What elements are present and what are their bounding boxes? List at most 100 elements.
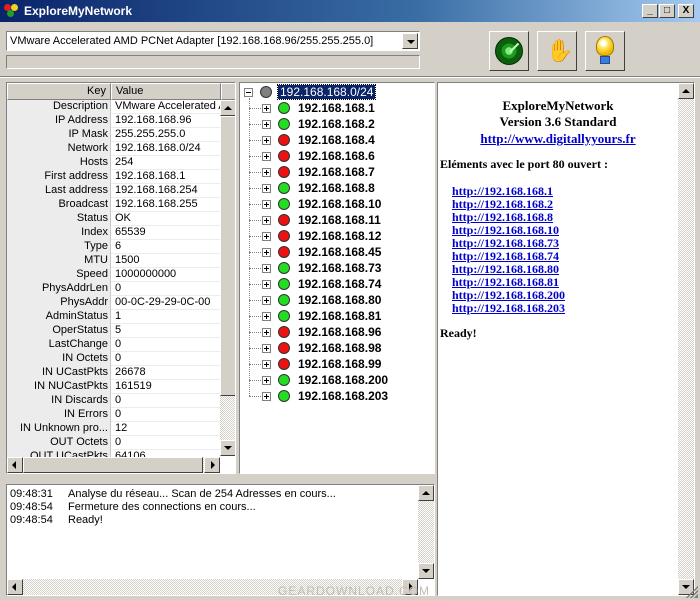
grid-row[interactable]: IP Mask 255.255.255.0 xyxy=(7,128,221,142)
log-panel[interactable]: 09:48:31 Analyse du réseau... Scan de 254… xyxy=(6,484,435,596)
expand-icon[interactable] xyxy=(262,344,271,353)
scan-button[interactable] xyxy=(489,31,529,71)
adapter-select[interactable]: VMware Accelerated AMD PCNet Adapter [19… xyxy=(6,31,420,51)
tree-host-node[interactable]: 192.168.168.12 xyxy=(240,228,430,244)
host-status-icon xyxy=(278,358,290,370)
expand-icon[interactable] xyxy=(262,360,271,369)
grid-key: IN Errors xyxy=(7,408,111,422)
grid-row[interactable]: PhysAddr 00-0C-29-29-0C-00 xyxy=(7,296,221,310)
tree-host-node[interactable]: 192.168.168.10 xyxy=(240,196,430,212)
website-link[interactable]: http://www.digitallyyours.fr xyxy=(438,131,678,147)
host-ip-label: 192.168.168.45 xyxy=(298,245,382,259)
about-button[interactable] xyxy=(585,31,625,71)
stop-button[interactable]: ✋ xyxy=(537,31,577,71)
scroll-down-button[interactable] xyxy=(220,440,235,456)
expand-icon[interactable] xyxy=(262,152,271,161)
scroll-thumb[interactable] xyxy=(220,116,235,396)
tree-host-node[interactable]: 192.168.168.73 xyxy=(240,260,430,276)
expand-icon[interactable] xyxy=(262,392,271,401)
expand-icon[interactable] xyxy=(262,376,271,385)
expand-icon[interactable] xyxy=(262,312,271,321)
grid-row[interactable]: IN NUCastPkts 161519 xyxy=(7,380,221,394)
log-scroll-left-button[interactable] xyxy=(7,579,23,595)
tree-host-node[interactable]: 192.168.168.1 xyxy=(240,100,430,116)
expand-icon[interactable] xyxy=(262,280,271,289)
grid-row[interactable]: LastChange 0 xyxy=(7,338,221,352)
expand-icon[interactable] xyxy=(262,200,271,209)
title-bar[interactable]: ExploreMyNetwork _ □ X xyxy=(0,0,700,22)
tree-host-node[interactable]: 192.168.168.4 xyxy=(240,132,430,148)
grid-row[interactable]: Index 65539 xyxy=(7,226,221,240)
tree-host-node[interactable]: 192.168.168.203 xyxy=(240,388,430,404)
expand-icon[interactable] xyxy=(262,136,271,145)
hscroll-thumb[interactable] xyxy=(23,457,203,473)
grid-row[interactable]: AdminStatus 1 xyxy=(7,310,221,324)
grid-row[interactable]: Last address 192.168.168.254 xyxy=(7,184,221,198)
expand-icon[interactable] xyxy=(262,104,271,113)
grid-row[interactable]: PhysAddrLen 0 xyxy=(7,282,221,296)
expand-icon[interactable] xyxy=(262,248,271,257)
expand-icon[interactable] xyxy=(262,168,271,177)
close-button[interactable]: X xyxy=(678,4,694,18)
minimize-button[interactable]: _ xyxy=(642,4,658,18)
host-tree[interactable]: 192.168.168.0/24 192.168.168.1 192.168.168… xyxy=(239,82,435,474)
tree-host-node[interactable]: 192.168.168.11 xyxy=(240,212,430,228)
chevron-down-icon[interactable] xyxy=(402,33,418,49)
grid-row[interactable]: OperStatus 5 xyxy=(7,324,221,338)
tree-host-node[interactable]: 192.168.168.98 xyxy=(240,340,430,356)
grid-row[interactable]: IN Discards 0 xyxy=(7,394,221,408)
grid-row[interactable]: Hosts 254 xyxy=(7,156,221,170)
resize-grip-icon[interactable] xyxy=(686,586,698,598)
tree-host-node[interactable]: 192.168.168.7 xyxy=(240,164,430,180)
maximize-button[interactable]: □ xyxy=(659,4,675,18)
expand-icon[interactable] xyxy=(262,296,271,305)
grid-row[interactable]: IP Address 192.168.168.96 xyxy=(7,114,221,128)
tree-host-node[interactable]: 192.168.168.99 xyxy=(240,356,430,372)
tree-host-node[interactable]: 192.168.168.2 xyxy=(240,116,430,132)
grid-row[interactable]: Broadcast 192.168.168.255 xyxy=(7,198,221,212)
expand-icon[interactable] xyxy=(262,120,271,129)
tree-host-node[interactable]: 192.168.168.81 xyxy=(240,308,430,324)
tree-host-node[interactable]: 192.168.168.80 xyxy=(240,292,430,308)
grid-row[interactable]: IN Unknown pro... 12 xyxy=(7,422,221,436)
grid-row[interactable]: Status OK xyxy=(7,212,221,226)
port-80-link[interactable]: http://192.168.168.203 xyxy=(452,301,565,316)
scroll-up-button[interactable] xyxy=(220,100,235,116)
grid-row[interactable]: Network 192.168.168.0/24 xyxy=(7,142,221,156)
grid-row[interactable]: OUT Octets 0 xyxy=(7,436,221,450)
info-scroll-up-button[interactable] xyxy=(678,83,694,99)
grid-row[interactable]: Speed 1000000000 xyxy=(7,268,221,282)
expand-icon[interactable] xyxy=(262,328,271,337)
grid-row[interactable]: IN Errors 0 xyxy=(7,408,221,422)
lightbulb-base xyxy=(600,56,610,64)
col-header-key[interactable]: Key xyxy=(7,83,111,100)
expand-icon[interactable] xyxy=(262,184,271,193)
scroll-right-button[interactable] xyxy=(204,457,220,473)
log-scroll-down-button[interactable] xyxy=(418,563,434,579)
grid-row[interactable]: IN Octets 0 xyxy=(7,352,221,366)
grid-hscrollbar[interactable] xyxy=(7,457,220,473)
tree-host-node[interactable]: 192.168.168.96 xyxy=(240,324,430,340)
tree-host-node[interactable]: 192.168.168.45 xyxy=(240,244,430,260)
properties-grid[interactable]: Key Value Description VMware Accelerated … xyxy=(6,82,236,474)
grid-row[interactable]: IN UCastPkts 26678 xyxy=(7,366,221,380)
collapse-icon[interactable] xyxy=(244,88,253,97)
grid-row[interactable]: First address 192.168.168.1 xyxy=(7,170,221,184)
tree-host-node[interactable]: 192.168.168.200 xyxy=(240,372,430,388)
grid-vscrollbar[interactable] xyxy=(220,100,235,456)
tree-host-node[interactable]: 192.168.168.6 xyxy=(240,148,430,164)
grid-row[interactable]: Description VMware Accelerated A xyxy=(7,100,223,114)
tree-host-node[interactable]: 192.168.168.8 xyxy=(240,180,430,196)
tree-root-node[interactable]: 192.168.168.0/24 xyxy=(240,84,430,100)
log-vscrollbar[interactable] xyxy=(418,485,434,579)
expand-icon[interactable] xyxy=(262,232,271,241)
tree-host-node[interactable]: 192.168.168.74 xyxy=(240,276,430,292)
grid-row[interactable]: Type 6 xyxy=(7,240,221,254)
info-vscrollbar[interactable] xyxy=(678,83,694,595)
expand-icon[interactable] xyxy=(262,216,271,225)
scroll-left-button[interactable] xyxy=(7,457,23,473)
col-header-value[interactable]: Value xyxy=(111,83,221,100)
expand-icon[interactable] xyxy=(262,264,271,273)
grid-row[interactable]: MTU 1500 xyxy=(7,254,221,268)
log-scroll-up-button[interactable] xyxy=(418,485,434,501)
